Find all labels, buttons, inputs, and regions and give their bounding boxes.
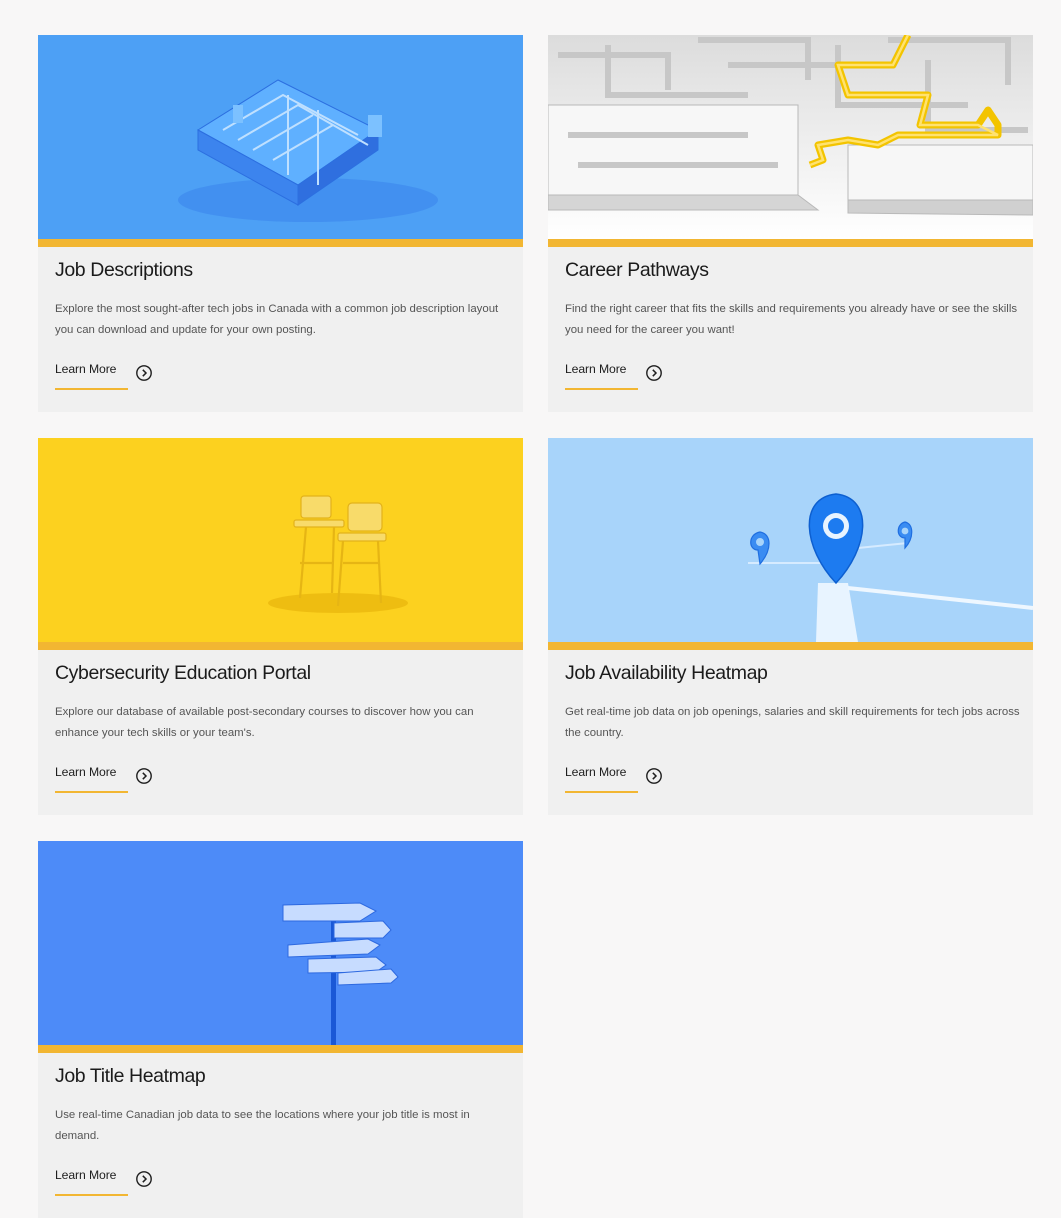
yellow-school-desk-image[interactable] (38, 438, 523, 642)
blue-map-pins-image[interactable] (548, 438, 1033, 642)
learn-more-link[interactable]: Learn More (55, 362, 128, 390)
card-description: Explore the most sought-after tech jobs … (55, 303, 499, 336)
learn-more-label: Learn More (565, 765, 627, 779)
learn-more-link[interactable]: Learn More (565, 362, 638, 390)
accent-bar (548, 642, 1033, 650)
card-job-title-heatmap: Job Title Heatmap Use real-time Canadian… (38, 841, 523, 1218)
card-title: Job Title Heatmap (55, 1065, 206, 1087)
learn-more-link[interactable]: Learn More (565, 765, 638, 793)
accent-bar (38, 642, 523, 650)
chevron-circle-right-icon[interactable] (135, 1170, 153, 1188)
card-description: Find the right career that fits the skil… (565, 303, 1018, 336)
learn-more-label: Learn More (55, 1168, 117, 1182)
maze-with-yellow-path-image[interactable] (548, 35, 1033, 239)
accent-bar (38, 239, 523, 247)
chevron-circle-right-icon[interactable] (135, 767, 153, 785)
chevron-circle-right-icon[interactable] (135, 364, 153, 382)
card-title: Job Descriptions (55, 259, 193, 281)
card-title: Career Pathways (565, 259, 709, 281)
card-job-descriptions: Job Descriptions Explore the most sought… (38, 35, 523, 412)
blue-signpost-image[interactable] (38, 841, 523, 1045)
blue-office-cubicles-image[interactable] (38, 35, 523, 239)
card-title: Cybersecurity Education Portal (55, 662, 311, 684)
chevron-circle-right-icon[interactable] (645, 364, 663, 382)
card-description: Get real-time job data on job openings, … (565, 706, 1020, 739)
card-grid: Job Descriptions Explore the most sought… (0, 0, 1061, 1218)
learn-more-label: Learn More (565, 362, 627, 376)
learn-more-label: Learn More (55, 362, 117, 376)
card-title: Job Availability Heatmap (565, 662, 768, 684)
card-career-pathways: Career Pathways Find the right career th… (548, 35, 1033, 412)
accent-bar (548, 239, 1033, 247)
accent-bar (38, 1045, 523, 1053)
card-description: Use real-time Canadian job data to see t… (55, 1109, 470, 1142)
card-cybersecurity-education-portal: Cybersecurity Education Portal Explore o… (38, 438, 523, 815)
learn-more-link[interactable]: Learn More (55, 765, 128, 793)
learn-more-link[interactable]: Learn More (55, 1168, 128, 1196)
learn-more-label: Learn More (55, 765, 117, 779)
card-job-availability-heatmap: Job Availability Heatmap Get real-time j… (548, 438, 1033, 815)
chevron-circle-right-icon[interactable] (645, 767, 663, 785)
card-description: Explore our database of available post-s… (55, 706, 474, 739)
